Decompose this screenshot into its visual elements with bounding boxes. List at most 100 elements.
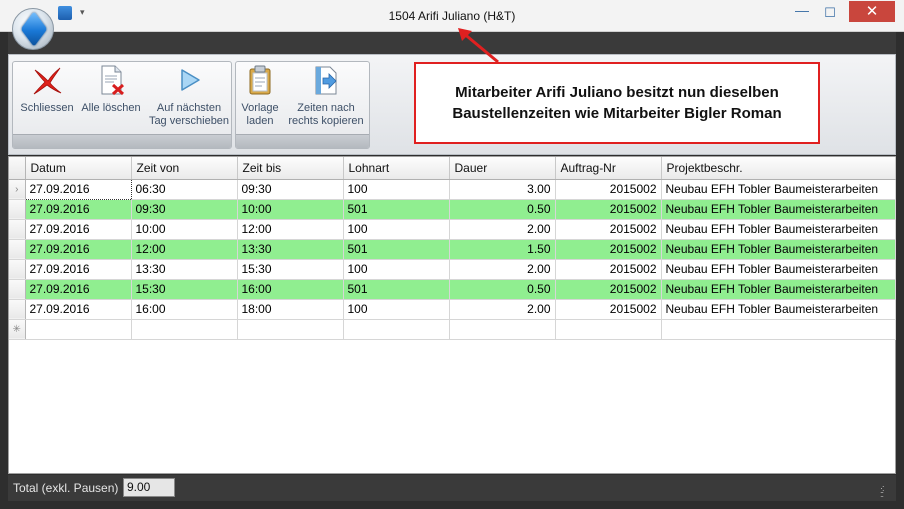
column-header-dauer[interactable]: Dauer: [449, 157, 556, 180]
cell-auftrag-nr[interactable]: 2015002: [555, 259, 662, 280]
column-header-datum[interactable]: Datum: [25, 157, 132, 180]
row-selector[interactable]: [9, 239, 26, 260]
zeiten-nach-rechts-kopieren-button[interactable]: Zeiten nach rechts kopieren: [284, 64, 368, 128]
cell-auftrag-nr[interactable]: 2015002: [555, 279, 662, 300]
vorlage-laden-button[interactable]: Vorlage laden: [238, 64, 282, 128]
cell-dauer[interactable]: 2.00: [449, 259, 556, 280]
application-menu-button[interactable]: [12, 8, 54, 50]
cell-dauer[interactable]: 2.00: [449, 219, 556, 240]
status-bar: Total (exkl. Pausen) 9.00 ·:::: [8, 475, 896, 501]
cell-dauer[interactable]: 1.50: [449, 239, 556, 260]
new-row-indicator-icon[interactable]: ✳: [9, 319, 26, 340]
cell-auftrag-nr[interactable]: 2015002: [555, 199, 662, 220]
column-header-zeit-von[interactable]: Zeit von: [131, 157, 238, 180]
row-selector-header[interactable]: [9, 157, 26, 180]
cell-dauer[interactable]: 0.50: [449, 279, 556, 300]
close-window-button[interactable]: ✕: [849, 1, 895, 22]
cell-zeit-von[interactable]: [131, 319, 238, 340]
current-row-indicator-icon[interactable]: ›: [9, 179, 26, 200]
cell-lohnart[interactable]: 501: [343, 279, 450, 300]
cell-zeit-bis[interactable]: 12:00: [237, 219, 344, 240]
column-header-projektbeschr[interactable]: Projektbeschr.: [661, 157, 896, 180]
row-selector[interactable]: [9, 279, 26, 300]
table-row[interactable]: 27.09.2016 16:00 18:00 100 2.00 2015002 …: [9, 299, 896, 320]
ribbon-group-footer: [236, 134, 369, 148]
cell-lohnart[interactable]: 100: [343, 259, 450, 280]
cell-zeit-bis[interactable]: 10:00: [237, 199, 344, 220]
cell-zeit-von[interactable]: 09:30: [131, 199, 238, 220]
cell-projektbeschr[interactable]: Neubau EFH Tobler Baumeisterarbeiten: [661, 239, 896, 260]
table-row[interactable]: 27.09.2016 15:30 16:00 501 0.50 2015002 …: [9, 279, 896, 300]
ribbon-group-actions: Schliessen Alle löschen Auf nächsten Tag…: [12, 61, 232, 149]
cell-datum[interactable]: 27.09.2016: [25, 219, 132, 240]
cell-projektbeschr[interactable]: Neubau EFH Tobler Baumeisterarbeiten: [661, 199, 896, 220]
cell-datum[interactable]: 27.09.2016: [25, 199, 132, 220]
cell-datum[interactable]: 27.09.2016: [25, 299, 132, 320]
cell-projektbeschr[interactable]: [661, 319, 896, 340]
cell-auftrag-nr[interactable]: 2015002: [555, 239, 662, 260]
cell-dauer[interactable]: 0.50: [449, 199, 556, 220]
cell-zeit-von[interactable]: 10:00: [131, 219, 238, 240]
cell-zeit-bis[interactable]: [237, 319, 344, 340]
cell-auftrag-nr[interactable]: 2015002: [555, 299, 662, 320]
cell-auftrag-nr[interactable]: 2015002: [555, 219, 662, 240]
cell-zeit-von[interactable]: 06:30: [131, 179, 238, 200]
cell-zeit-von[interactable]: 12:00: [131, 239, 238, 260]
resize-grip-icon[interactable]: ·:::: [880, 484, 892, 499]
row-selector[interactable]: [9, 299, 26, 320]
cell-auftrag-nr[interactable]: 2015002: [555, 179, 662, 200]
cell-dauer[interactable]: [449, 319, 556, 340]
application-window: ▾ 1504 Arifi Juliano (H&T) — ☐ ✕ Schlies…: [0, 0, 904, 509]
column-header-auftrag-nr[interactable]: Auftrag-Nr: [555, 157, 662, 180]
auf-naechsten-tag-verschieben-button[interactable]: Auf nächsten Tag verschieben: [147, 64, 231, 128]
row-selector[interactable]: [9, 199, 26, 220]
alle-loeschen-button[interactable]: Alle löschen: [79, 64, 143, 115]
cell-zeit-von[interactable]: 13:30: [131, 259, 238, 280]
auf-naechsten-label: Auf nächsten: [156, 102, 222, 114]
cell-datum[interactable]: 27.09.2016: [25, 279, 132, 300]
cell-zeit-bis[interactable]: 13:30: [237, 239, 344, 260]
cell-lohnart[interactable]: 501: [343, 239, 450, 260]
alle-loeschen-label: Alle löschen: [81, 102, 141, 114]
time-entries-grid[interactable]: Datum Zeit von Zeit bis Lohnart Dauer Au…: [8, 156, 896, 474]
tag-verschieben-label: Tag verschieben: [148, 115, 230, 127]
cell-projektbeschr[interactable]: Neubau EFH Tobler Baumeisterarbeiten: [661, 299, 896, 320]
column-header-zeit-bis[interactable]: Zeit bis: [237, 157, 344, 180]
schliessen-button[interactable]: Schliessen: [16, 64, 78, 115]
cell-zeit-bis[interactable]: 16:00: [237, 279, 344, 300]
minimize-button[interactable]: —: [790, 3, 814, 22]
row-selector[interactable]: [9, 219, 26, 240]
cell-zeit-bis[interactable]: 18:00: [237, 299, 344, 320]
cell-dauer[interactable]: 3.00: [449, 179, 556, 200]
cell-zeit-bis[interactable]: 09:30: [237, 179, 344, 200]
cell-lohnart[interactable]: 100: [343, 179, 450, 200]
total-value-field: 9.00: [123, 478, 175, 497]
table-row[interactable]: 27.09.2016 12:00 13:30 501 1.50 2015002 …: [9, 239, 896, 260]
callout-line-1: Mitarbeiter Arifi Juliano besitzt nun di…: [455, 84, 779, 101]
table-row[interactable]: 27.09.2016 10:00 12:00 100 2.00 2015002 …: [9, 219, 896, 240]
new-row[interactable]: ✳: [9, 319, 896, 340]
maximize-button[interactable]: ☐: [818, 4, 842, 22]
row-selector[interactable]: [9, 259, 26, 280]
cell-dauer[interactable]: 2.00: [449, 299, 556, 320]
cell-projektbeschr[interactable]: Neubau EFH Tobler Baumeisterarbeiten: [661, 259, 896, 280]
cell-datum[interactable]: 27.09.2016: [25, 239, 132, 260]
cell-projektbeschr[interactable]: Neubau EFH Tobler Baumeisterarbeiten: [661, 219, 896, 240]
table-row[interactable]: › 27.09.2016 06:30 09:30 100 3.00 201500…: [9, 178, 896, 200]
column-header-lohnart[interactable]: Lohnart: [343, 157, 450, 180]
table-row[interactable]: 27.09.2016 09:30 10:00 501 0.50 2015002 …: [9, 199, 896, 220]
cell-auftrag-nr[interactable]: [555, 319, 662, 340]
cell-lohnart[interactable]: [343, 319, 450, 340]
cell-datum[interactable]: 27.09.2016: [25, 259, 132, 280]
cell-lohnart[interactable]: 100: [343, 299, 450, 320]
cell-lohnart[interactable]: 100: [343, 219, 450, 240]
cell-datum[interactable]: [25, 319, 132, 340]
cell-zeit-von[interactable]: 15:30: [131, 279, 238, 300]
cell-projektbeschr[interactable]: Neubau EFH Tobler Baumeisterarbeiten: [661, 279, 896, 300]
cell-zeit-bis[interactable]: 15:30: [237, 259, 344, 280]
cell-projektbeschr[interactable]: Neubau EFH Tobler Baumeisterarbeiten: [661, 179, 896, 200]
table-row[interactable]: 27.09.2016 13:30 15:30 100 2.00 2015002 …: [9, 259, 896, 280]
cell-lohnart[interactable]: 501: [343, 199, 450, 220]
cell-datum[interactable]: 27.09.2016: [24, 178, 132, 200]
cell-zeit-von[interactable]: 16:00: [131, 299, 238, 320]
